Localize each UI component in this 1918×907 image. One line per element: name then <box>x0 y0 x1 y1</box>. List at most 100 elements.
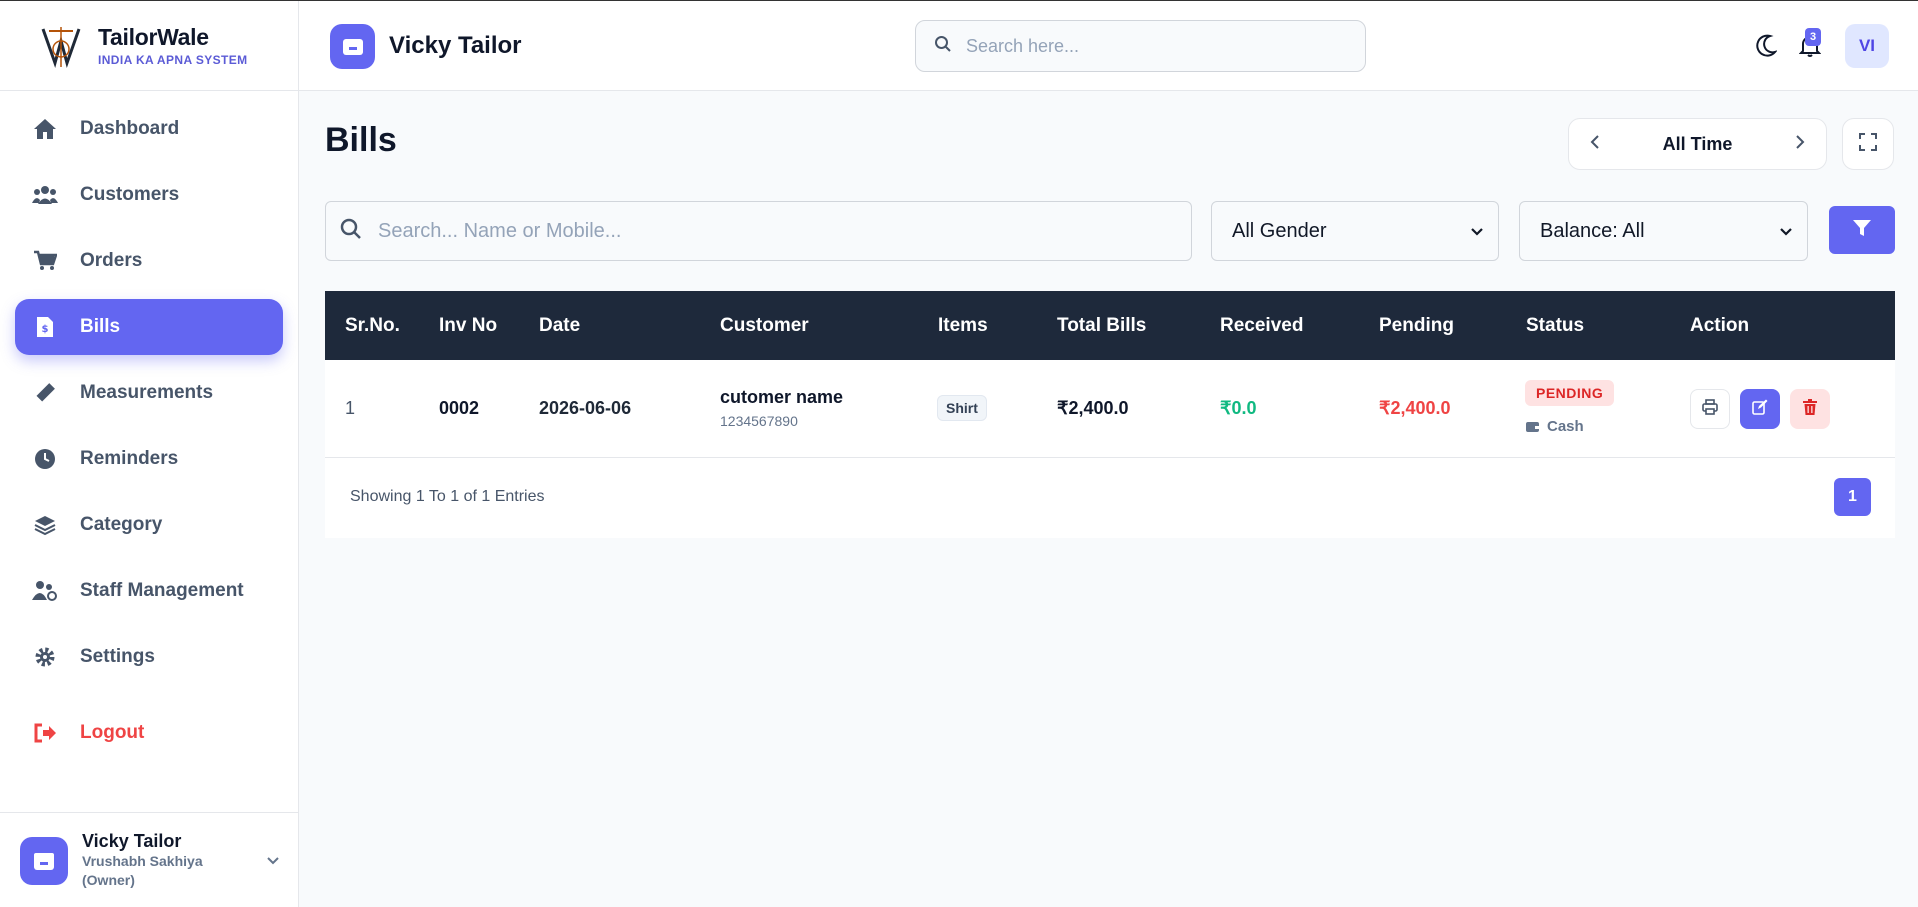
home-icon <box>32 116 58 142</box>
bill-search-input[interactable] <box>378 219 1178 243</box>
status-badge: PENDING <box>1525 380 1615 406</box>
sidebar-item-bills[interactable]: $ Bills <box>15 299 283 355</box>
cell-pending: ₹2,400.0 <box>1379 398 1451 418</box>
column-header: Total Bills <box>1057 315 1147 336</box>
clock-icon <box>32 446 58 472</box>
expand-icon <box>1859 132 1877 156</box>
store-icon <box>20 836 68 885</box>
table-row[interactable]: 1 0002 2026-06-06 cutomer name 123456789… <box>325 360 1895 458</box>
sidebar-item-label: Staff Management <box>80 580 244 601</box>
balance-filter-value: Balance: All <box>1540 219 1645 242</box>
column-header: Date <box>539 315 581 336</box>
brand[interactable]: TailorWale INDIA KA APNA SYSTEM <box>0 1 298 91</box>
ruler-icon <box>32 380 58 406</box>
sidebar-item-label: Bills <box>80 316 121 337</box>
sidebar-nav: Dashboard Customers Orders $ Bills Measu… <box>0 101 298 761</box>
svg-text:$: $ <box>42 324 49 335</box>
brand-name: TailorWale <box>98 24 209 50</box>
filter-icon <box>1852 219 1872 242</box>
bill-search[interactable] <box>325 201 1192 261</box>
period-selector: All Time <box>1568 118 1827 170</box>
sidebar-item-measurements[interactable]: Measurements <box>15 365 283 421</box>
cell-customer-mobile: 1234567890 <box>720 413 798 429</box>
column-header: Received <box>1220 315 1304 336</box>
column-header: Items <box>938 315 988 336</box>
sidebar-item-logout[interactable]: Logout <box>15 705 283 761</box>
page-title: Bills <box>325 121 397 159</box>
payment-mode-label: Cash <box>1547 418 1584 435</box>
top-header: Vicky Tailor 3 VI <box>299 1 1918 91</box>
sidebar-item-orders[interactable]: Orders <box>15 233 283 289</box>
wallet-icon <box>1526 421 1540 433</box>
delete-button[interactable] <box>1790 389 1830 429</box>
cell-received: ₹0.0 <box>1220 398 1257 418</box>
logout-label: Logout <box>80 722 145 743</box>
bill-icon: $ <box>32 314 58 340</box>
avatar[interactable]: VI <box>1845 24 1889 68</box>
gender-filter-select[interactable]: All Gender <box>1211 201 1499 261</box>
print-icon <box>1702 398 1718 420</box>
edit-icon <box>1752 399 1768 420</box>
sidebar-item-label: Customers <box>80 184 180 205</box>
sidebar-item-reminders[interactable]: Reminders <box>15 431 283 487</box>
column-header: Action <box>1690 315 1750 336</box>
sidebar-item-staff-management[interactable]: Staff Management <box>15 563 283 619</box>
brand-logo <box>32 20 90 72</box>
print-button[interactable] <box>1690 389 1730 429</box>
chevron-right-icon[interactable] <box>1794 134 1806 155</box>
balance-filter-select[interactable]: Balance: All <box>1519 201 1808 261</box>
profile-card[interactable]: Vicky Tailor Vrushabh Sakhiya (Owner) <box>0 812 298 907</box>
cell-inv-no: 0002 <box>439 398 480 418</box>
cell-total: ₹2,400.0 <box>1057 398 1129 418</box>
gear-icon <box>32 644 58 670</box>
table-footer: Showing 1 To 1 of 1 Entries 1 <box>325 458 1895 537</box>
cell-sr-no: 1 <box>345 398 356 418</box>
cell-customer-name: cutomer name <box>720 387 844 407</box>
gender-filter-value: All Gender <box>1232 219 1327 242</box>
chevron-down-icon <box>1779 220 1793 243</box>
sidebar: TailorWale INDIA KA APNA SYSTEM Dashboar… <box>0 1 299 907</box>
edit-button[interactable] <box>1740 389 1780 429</box>
item-chip: Shirt <box>937 395 987 421</box>
sidebar-item-dashboard[interactable]: Dashboard <box>15 101 283 157</box>
sidebar-item-customers[interactable]: Customers <box>15 167 283 223</box>
sidebar-item-category[interactable]: Category <box>15 497 283 553</box>
dark-mode-toggle-icon[interactable] <box>1755 34 1778 63</box>
search-icon <box>340 218 362 245</box>
entries-summary: Showing 1 To 1 of 1 Entries <box>350 488 545 505</box>
staff-icon <box>32 578 58 604</box>
users-icon <box>32 182 58 208</box>
filter-button[interactable] <box>1829 206 1895 254</box>
brand-tagline: INDIA KA APNA SYSTEM <box>98 53 248 67</box>
sidebar-item-label: Category <box>80 514 163 535</box>
sidebar-item-label: Orders <box>80 250 143 271</box>
chevron-down-icon <box>1470 220 1484 243</box>
table-header: Sr.No. Inv No Date Customer Items Total … <box>325 291 1895 360</box>
logout-icon <box>32 720 58 746</box>
profile-role: Vrushabh Sakhiya (Owner) <box>82 853 203 888</box>
layers-icon <box>32 512 58 538</box>
cell-date: 2026-06-06 <box>539 398 632 418</box>
global-search[interactable] <box>915 20 1366 72</box>
column-header: Sr.No. <box>345 315 400 336</box>
sidebar-item-label: Reminders <box>80 448 179 469</box>
global-search-input[interactable] <box>966 35 1336 57</box>
sidebar-item-label: Measurements <box>80 382 214 403</box>
store-icon <box>330 24 375 69</box>
sidebar-item-label: Dashboard <box>80 118 180 139</box>
notification-badge: 3 <box>1805 28 1821 46</box>
profile-name: Vicky Tailor <box>82 831 182 851</box>
fullscreen-button[interactable] <box>1842 118 1894 170</box>
column-header: Status <box>1526 315 1585 336</box>
column-header: Customer <box>720 315 809 336</box>
period-label: All Time <box>1662 133 1733 154</box>
shop-name: Vicky Tailor <box>389 32 522 59</box>
search-icon <box>934 35 952 58</box>
chevron-left-icon[interactable] <box>1589 134 1601 155</box>
column-header: Pending <box>1379 315 1454 336</box>
sidebar-item-settings[interactable]: Settings <box>15 629 283 685</box>
column-header: Inv No <box>439 315 498 336</box>
bills-table: Sr.No. Inv No Date Customer Items Total … <box>325 291 1895 538</box>
pagination-page-1[interactable]: 1 <box>1834 478 1871 516</box>
chevron-down-icon[interactable] <box>266 853 280 871</box>
